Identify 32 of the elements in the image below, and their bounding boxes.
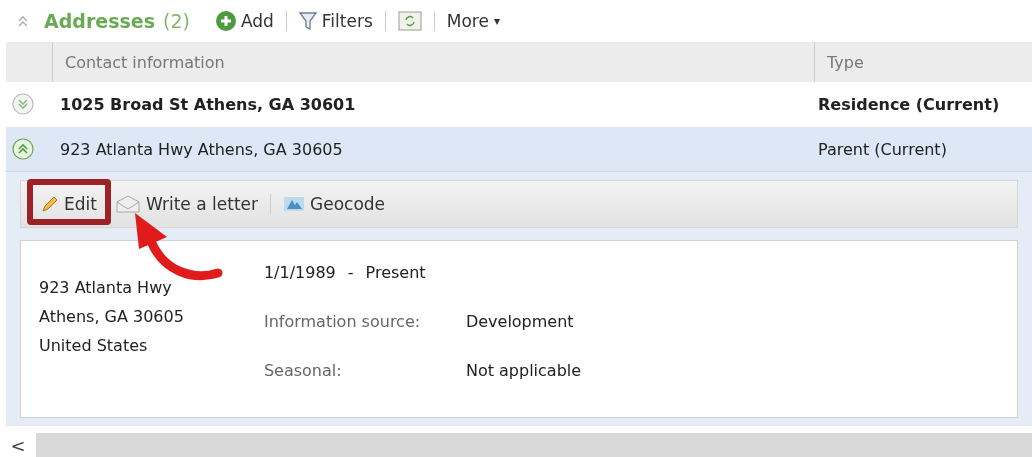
- more-button[interactable]: More ▾: [442, 11, 504, 31]
- expand-row-icon[interactable]: [12, 93, 34, 115]
- collapse-row-icon[interactable]: [12, 138, 34, 160]
- field-value: Development: [465, 312, 575, 331]
- field-label: Seasonal:: [263, 361, 343, 380]
- collapse-icon[interactable]: [16, 14, 30, 28]
- pencil-icon: [41, 195, 59, 213]
- section-title: Addresses: [44, 10, 155, 32]
- edit-button[interactable]: Edit: [35, 190, 103, 218]
- filter-button[interactable]: Filters: [294, 11, 377, 31]
- field-label: Information source:: [263, 312, 422, 331]
- table-cell-text: Parent (Current): [817, 139, 948, 159]
- table-cell-text: 923 Atlanta Hwy Athens, GA 30605: [59, 139, 344, 159]
- refresh-icon: [397, 11, 422, 31]
- plus-icon: [215, 11, 236, 31]
- date-to: Present: [365, 263, 426, 282]
- address-line: Athens, GA 30605: [39, 306, 184, 328]
- table-cell-text: 1025 Broad St Athens, GA 30601: [59, 94, 357, 114]
- address-line: 923 Atlanta Hwy: [39, 277, 173, 299]
- table-cell-text: Residence (Current): [817, 94, 1001, 114]
- map-icon: [283, 195, 305, 213]
- address-line: United States: [39, 335, 149, 357]
- add-button[interactable]: Add: [211, 11, 278, 31]
- table-row[interactable]: 923 Atlanta Hwy Athens, GA 30605 Parent (Current): [6, 127, 1032, 172]
- field-value: Not applicable: [465, 361, 582, 380]
- envelope-icon: [114, 194, 141, 214]
- section-count: (2): [163, 10, 190, 32]
- letter-button[interactable]: Write a letter: [108, 190, 264, 218]
- funnel-icon: [298, 11, 317, 31]
- date-from: 1/1/1989: [263, 263, 336, 282]
- date-separator: -: [347, 263, 354, 282]
- geocode-button[interactable]: Geocode: [277, 190, 392, 218]
